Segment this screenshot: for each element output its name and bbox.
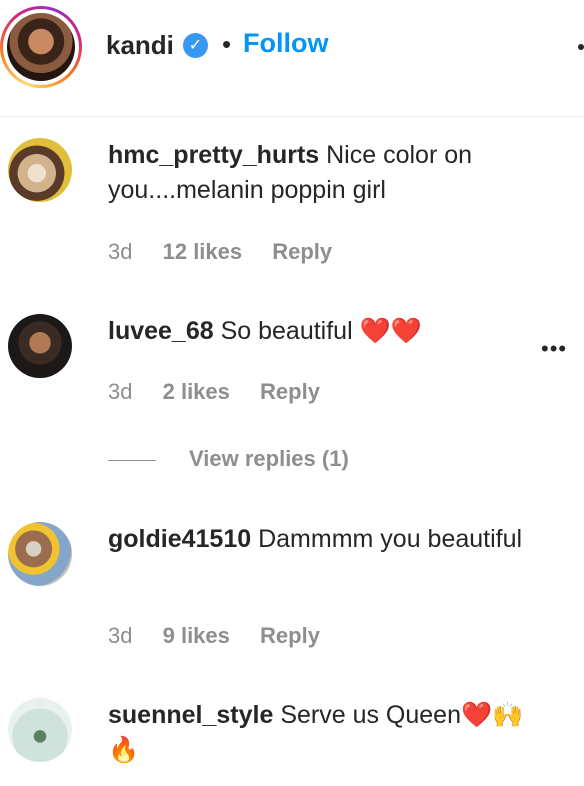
comment-meta: 3d 9 likes Reply [108,623,344,649]
verified-badge-icon: ✓ [183,33,208,58]
comment-username[interactable]: hmc_pretty_hurts [108,141,319,169]
comment-age: 3d [108,623,133,648]
options-icon[interactable] [578,44,584,50]
reply-button[interactable]: Reply [272,239,332,264]
replies-divider-line [108,460,156,461]
reply-button[interactable]: Reply [260,623,320,648]
commenter-avatar[interactable] [8,314,72,378]
comment-text: suennel_style Serve us Queen❤️🙌🔥 [108,698,553,768]
header-separator: • [222,29,232,59]
follow-button[interactable]: Follow [243,28,328,59]
poster-username[interactable]: kandi [106,30,174,61]
reply-button[interactable]: Reply [260,379,320,404]
comment-body: Dammmm you beautiful [258,525,523,553]
comment-username[interactable]: suennel_style [108,701,273,729]
comment-text: luvee_68 So beautiful ❤️❤️ [108,314,553,349]
story-ring[interactable] [0,6,82,88]
comment-likes[interactable]: 2 likes [163,379,230,404]
story-ring-gap [3,9,79,85]
commenter-avatar[interactable] [8,138,72,202]
comment-text: hmc_pretty_hurts Nice color on you....me… [108,138,553,208]
comment-likes[interactable]: 12 likes [163,239,243,264]
poster-avatar[interactable] [7,13,75,81]
commenter-avatar[interactable] [8,698,72,762]
commenter-avatar[interactable] [8,522,72,586]
comment-meta: 3d 12 likes Reply [108,239,356,265]
comment-username[interactable]: goldie41510 [108,525,251,553]
view-replies-label[interactable]: View replies (1) [189,446,349,472]
comment-meta: 3d 2 likes Reply [108,379,344,405]
comment-age: 3d [108,239,133,264]
comment-likes[interactable]: 9 likes [163,623,230,648]
post-header: kandi ✓ • Follow [0,0,584,117]
more-options-icon[interactable]: ••• [541,336,567,362]
comment-text: goldie41510 Dammmm you beautiful [108,522,553,557]
comment-age: 3d [108,379,133,404]
comment-body: So beautiful ❤️❤️ [220,317,422,345]
comment-username[interactable]: luvee_68 [108,317,214,345]
